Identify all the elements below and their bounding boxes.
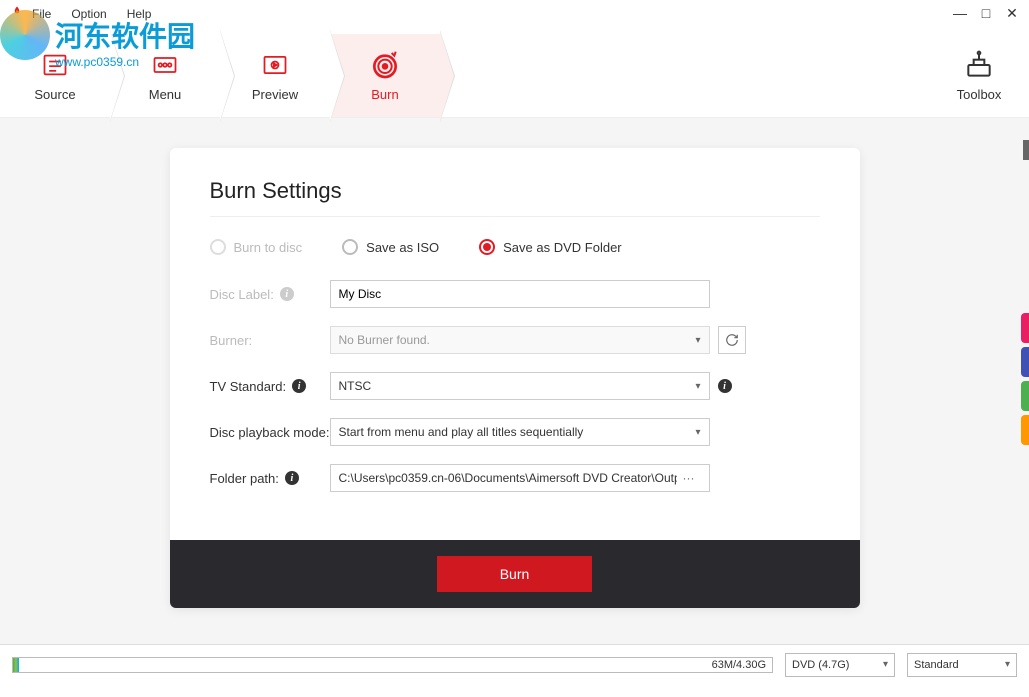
info-icon[interactable]: i	[285, 471, 299, 485]
progress-text: 63M/4.30G	[712, 659, 766, 671]
step-nav: Source Menu Preview Burn Toolbox	[0, 28, 1029, 118]
radio-label: Save as DVD Folder	[503, 240, 622, 255]
divider	[210, 216, 820, 217]
chevron-down-icon: ▾	[1005, 659, 1010, 670]
info-icon[interactable]: i	[280, 287, 294, 301]
radio-label: Burn to disc	[234, 240, 303, 255]
output-type-radios: Burn to disc Save as ISO Save as DVD Fol…	[210, 239, 820, 255]
side-tab[interactable]	[1021, 347, 1029, 377]
info-icon[interactable]: i	[292, 379, 306, 393]
radio-label: Save as ISO	[366, 240, 439, 255]
radio-icon	[479, 239, 495, 255]
quality-select[interactable]: Standard ▾	[907, 653, 1017, 677]
playback-mode-select[interactable]: Start from menu and play all titles sequ…	[330, 418, 710, 446]
disc-label-row: Disc Label: i	[210, 280, 820, 308]
edge-marker	[1023, 140, 1029, 160]
folder-path-label: Folder path: i	[210, 471, 330, 486]
playback-mode-row: Disc playback mode: Start from menu and …	[210, 418, 820, 446]
radio-icon	[210, 239, 226, 255]
radio-burn-to-disc: Burn to disc	[210, 239, 303, 255]
step-label: Menu	[149, 87, 182, 102]
browse-button[interactable]: ···	[677, 471, 701, 485]
minimize-button[interactable]: —	[951, 4, 969, 22]
source-icon	[39, 49, 71, 81]
disc-usage-bar: 63M/4.30G	[12, 657, 773, 673]
side-tabs	[1021, 313, 1029, 449]
disc-label-label: Disc Label: i	[210, 287, 330, 302]
tv-standard-select[interactable]: NTSC ▾	[330, 372, 710, 400]
step-menu[interactable]: Menu	[110, 34, 220, 117]
info-icon[interactable]: i	[718, 379, 732, 393]
menu-option[interactable]: Option	[71, 7, 106, 21]
toolbox-label: Toolbox	[957, 87, 1002, 102]
toolbox-button[interactable]: Toolbox	[929, 34, 1029, 117]
statusbar: 63M/4.30G DVD (4.7G) ▾ Standard ▾	[0, 644, 1029, 684]
radio-save-as-dvd-folder[interactable]: Save as DVD Folder	[479, 239, 622, 255]
burn-icon	[369, 49, 401, 81]
side-tab[interactable]	[1021, 381, 1029, 411]
refresh-burner-button[interactable]	[718, 326, 746, 354]
close-button[interactable]: ✕	[1003, 4, 1021, 22]
menu-help[interactable]: Help	[127, 7, 152, 21]
step-preview[interactable]: Preview	[220, 34, 330, 117]
burner-label: Burner:	[210, 333, 330, 348]
step-label: Burn	[371, 87, 398, 102]
chevron-down-icon: ▾	[695, 427, 700, 438]
burn-button[interactable]: Burn	[437, 556, 592, 592]
tv-standard-label: TV Standard: i	[210, 379, 330, 394]
side-tab[interactable]	[1021, 313, 1029, 343]
panel-title: Burn Settings	[210, 178, 820, 204]
toolbox-icon	[963, 49, 995, 81]
settings-panel: Burn Settings Burn to disc Save as ISO S…	[170, 148, 860, 608]
radio-save-as-iso[interactable]: Save as ISO	[342, 239, 439, 255]
progress-fill	[13, 658, 19, 672]
main-area: Burn Settings Burn to disc Save as ISO S…	[0, 118, 1029, 644]
panel-footer: Burn	[170, 540, 860, 608]
chevron-down-icon: ▾	[695, 381, 700, 392]
menu-icon	[149, 49, 181, 81]
step-label: Preview	[252, 87, 298, 102]
burner-row: Burner: No Burner found. ▾	[210, 326, 820, 354]
folder-path-input[interactable]: C:\Users\pc0359.cn-06\Documents\Aimersof…	[330, 464, 710, 492]
refresh-icon	[725, 333, 739, 347]
chevron-down-icon: ▾	[883, 659, 888, 670]
app-icon	[8, 5, 26, 23]
step-burn[interactable]: Burn	[330, 34, 440, 117]
menu-file[interactable]: File	[32, 7, 51, 21]
chevron-down-icon: ▾	[695, 335, 700, 346]
tv-standard-row: TV Standard: i NTSC ▾ i	[210, 372, 820, 400]
disc-label-input[interactable]	[330, 280, 710, 308]
side-tab[interactable]	[1021, 415, 1029, 445]
step-source[interactable]: Source	[0, 34, 110, 117]
titlebar: File Option Help — □ ✕	[0, 0, 1029, 28]
radio-icon	[342, 239, 358, 255]
step-label: Source	[34, 87, 75, 102]
preview-icon	[259, 49, 291, 81]
maximize-button[interactable]: □	[977, 4, 995, 22]
burner-select: No Burner found. ▾	[330, 326, 710, 354]
folder-path-row: Folder path: i C:\Users\pc0359.cn-06\Doc…	[210, 464, 820, 492]
disc-type-select[interactable]: DVD (4.7G) ▾	[785, 653, 895, 677]
playback-mode-label: Disc playback mode:	[210, 425, 330, 440]
